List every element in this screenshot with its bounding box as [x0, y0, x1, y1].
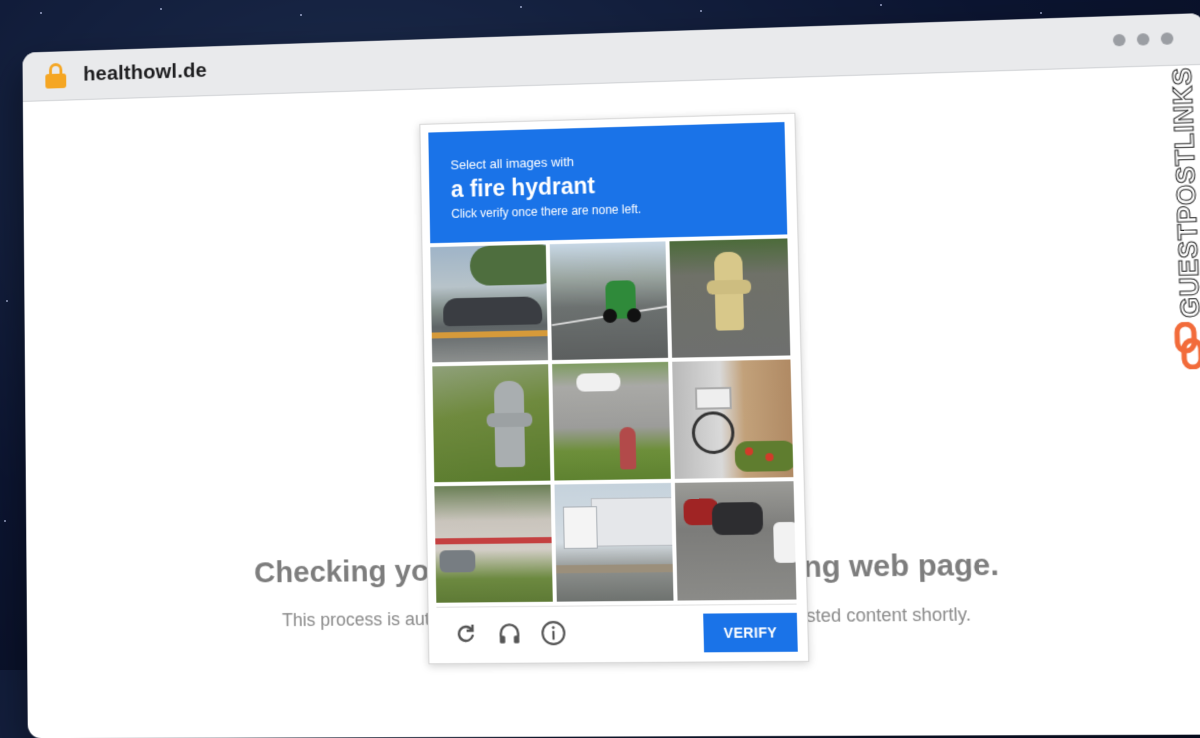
captcha-header: Select all images with a fire hydrant Cl… — [428, 122, 788, 244]
page-content: Checking your browser before accessing w… — [23, 65, 1200, 738]
window-menu[interactable] — [1112, 32, 1174, 47]
captcha-tile-6[interactable] — [672, 359, 794, 479]
captcha-image-grid — [430, 238, 797, 603]
headphones-icon[interactable] — [494, 618, 524, 649]
captcha-tile-4[interactable] — [432, 364, 551, 483]
menu-dot-icon — [1136, 33, 1150, 46]
captcha-target: a fire hydrant — [450, 172, 596, 203]
captcha-tile-8[interactable] — [554, 482, 674, 602]
menu-dot-icon — [1112, 33, 1126, 47]
captcha-tile-2[interactable] — [549, 241, 669, 361]
captcha-dialog: Select all images with a fire hydrant Cl… — [419, 112, 810, 665]
watermark-text: GUESTPOSTLINKS — [1165, 66, 1200, 319]
menu-dot-icon — [1160, 32, 1174, 45]
captcha-tile-9[interactable] — [675, 481, 797, 601]
info-icon[interactable] — [538, 618, 569, 649]
captcha-hint: Click verify once there are none left. — [451, 202, 642, 221]
lock-icon — [45, 62, 67, 89]
captcha-tile-3[interactable] — [669, 238, 791, 358]
captcha-tile-7[interactable] — [434, 484, 553, 603]
captcha-tile-1[interactable] — [430, 244, 548, 363]
captcha-footer: VERIFY — [436, 603, 798, 661]
chain-link-icon — [1173, 322, 1200, 370]
captcha-tile-5[interactable] — [551, 361, 672, 481]
browser-window: healthowl.de Checking your browser befor… — [22, 13, 1200, 738]
domain-text: healthowl.de — [83, 59, 208, 86]
reload-icon[interactable] — [450, 619, 480, 650]
verify-button[interactable]: VERIFY — [703, 612, 798, 653]
